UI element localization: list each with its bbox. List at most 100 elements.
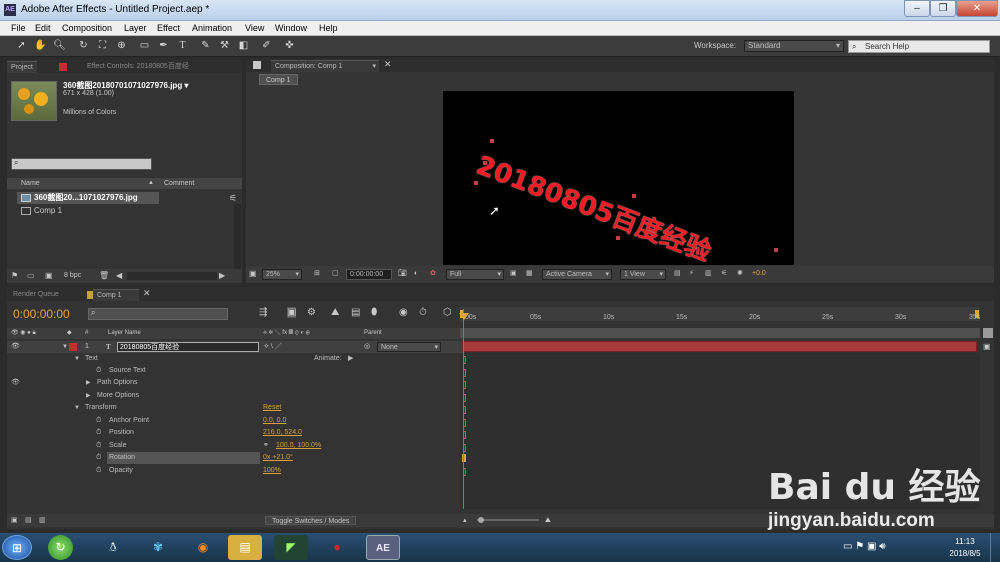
scroll-left-icon[interactable]: ◀	[116, 269, 122, 283]
snapshot-icon[interactable]: 📷︎	[398, 266, 407, 282]
zoom-dropdown[interactable]: 25% ▾	[262, 269, 302, 280]
reset-link[interactable]: Reset	[263, 402, 281, 414]
show-desktop-button[interactable]	[990, 533, 1000, 562]
property-row-anchor-point[interactable]: ⏱ Anchor Point 0.0, 0.0	[7, 415, 465, 427]
record-icon[interactable]: ●	[320, 535, 354, 560]
app-icon[interactable]: ◤	[274, 535, 308, 560]
search-help-field[interactable]: ⌕ Search Help	[848, 40, 990, 53]
clock-date[interactable]: 2018/8/5	[940, 549, 990, 558]
layer-search-input[interactable]: ⌕	[88, 308, 228, 320]
draft-3d-icon[interactable]: ▣	[287, 307, 297, 318]
text-layer-preview[interactable]: 20180805百度经验	[472, 145, 717, 265]
motion-blur-icon[interactable]: ▤	[351, 307, 360, 318]
tab-effect-controls[interactable]: Effect Controls: 20180805百度经	[83, 61, 233, 73]
time-navigator[interactable]	[460, 328, 980, 338]
qq-icon[interactable]: 🐧︎	[96, 535, 130, 560]
expand-arrow-icon[interactable]: ▼	[74, 402, 80, 414]
time-ruler[interactable]: 00s 05s 10s 15s 20s 25s 30s 35s	[460, 312, 980, 328]
property-row-scale[interactable]: ⏱ Scale ⚭ 100.0, 100.0%	[7, 440, 465, 452]
toggle-switches-modes[interactable]: Toggle Switches / Modes	[265, 516, 357, 525]
puppet-tool-icon[interactable]: ✜	[283, 39, 296, 52]
brainstorm-icon[interactable]: ⬮	[371, 307, 377, 318]
menu-help[interactable]: Help	[319, 23, 338, 33]
type-tool-icon[interactable]: T	[176, 39, 189, 52]
tab-composition[interactable]: Composition: Comp 1 ▾	[271, 60, 379, 72]
property-row-path-options[interactable]: 👁︎ ▶ Path Options	[7, 377, 465, 389]
property-row-transform[interactable]: ▼ Transform Reset	[7, 402, 465, 414]
path-handle[interactable]	[490, 139, 494, 143]
menu-file[interactable]: File	[11, 23, 26, 33]
bpc-label[interactable]: 8 bpc	[64, 269, 81, 283]
stopwatch-icon[interactable]: ⏱	[96, 465, 101, 477]
property-row-source-text[interactable]: ⏱ Source Text	[7, 365, 465, 377]
close-button[interactable]: ✕	[956, 0, 998, 17]
close-tab-icon[interactable]: ✕	[143, 288, 151, 299]
layer-row[interactable]: 👁︎ ▼ 1 T 20180805百度经验 ⟡ ⧵ ╱ ◎ None ▾	[7, 341, 465, 353]
expand-layer-switches-icon[interactable]: ▣	[11, 514, 18, 527]
current-timecode[interactable]: 0:00:00:00	[13, 307, 70, 321]
path-handle[interactable]	[774, 248, 778, 252]
animate-label[interactable]: Animate:	[314, 353, 342, 365]
always-preview-icon[interactable]: ▣	[249, 266, 257, 282]
property-value[interactable]: 0.0, 0.0	[263, 415, 286, 427]
property-row-opacity[interactable]: ⏱ Opacity 100%	[7, 465, 465, 477]
stopwatch-icon[interactable]: ⏱	[96, 365, 101, 377]
menu-window[interactable]: Window	[275, 23, 307, 33]
comp-mini-flowchart-icon[interactable]: ⇶	[259, 307, 267, 318]
eraser-tool-icon[interactable]: ◧	[237, 39, 250, 52]
media-player-icon[interactable]: ✾	[141, 535, 175, 560]
browser-360-icon[interactable]: ↻	[48, 535, 73, 560]
col-parent[interactable]: Parent	[364, 328, 382, 339]
zoom-tool-icon[interactable]: 🔍︎	[53, 39, 66, 52]
property-row-text[interactable]: ▼ Text Animate: ▶	[7, 353, 465, 365]
new-folder-icon[interactable]: ▭	[27, 269, 35, 283]
workspace-dropdown[interactable]: Standard ▾	[744, 40, 844, 52]
col-comment[interactable]: Comment	[164, 178, 194, 189]
fast-previews-icon[interactable]: ⚡︎	[689, 266, 694, 282]
zoom-out-icon[interactable]: ▴	[463, 514, 467, 527]
trash-icon[interactable]: 🗑︎	[99, 269, 109, 283]
flowchart-icon[interactable]: ⚟	[229, 193, 239, 203]
selection-tool-icon[interactable]: ➚	[15, 39, 28, 52]
viewer-timecode[interactable]: 0:00:00:00	[346, 269, 392, 280]
stopwatch-icon[interactable]: ⏱	[96, 452, 101, 464]
camera-tool-icon[interactable]: ⛶	[96, 39, 109, 52]
toggle-pixel-aspect-icon[interactable]: ▤	[674, 266, 681, 282]
menu-layer[interactable]: Layer	[124, 23, 147, 33]
expand-arrow-icon[interactable]: ▼	[62, 341, 68, 353]
stopwatch-icon[interactable]: ⏱	[96, 415, 101, 427]
composition-viewer[interactable]: 20180805百度经验 ➚	[443, 91, 794, 265]
property-row-more-options[interactable]: ▶ More Options	[7, 390, 465, 402]
playhead-icon[interactable]	[459, 313, 469, 320]
live-update-icon[interactable]: ◉	[399, 307, 408, 318]
menu-composition[interactable]: Composition	[62, 23, 112, 33]
hand-tool-icon[interactable]: ✋	[34, 39, 47, 52]
maximize-button[interactable]: ❐	[930, 0, 956, 17]
start-button[interactable]: ⊞	[2, 535, 32, 560]
layer-name-field[interactable]: 20180805百度经验	[117, 342, 259, 352]
tab-project[interactable]: Project	[7, 61, 37, 73]
menu-effect[interactable]: Effect	[157, 23, 180, 33]
file-explorer-icon[interactable]: ▤	[228, 535, 262, 560]
zoom-in-icon[interactable]: ⛰	[545, 514, 551, 527]
layer-lock-icon[interactable]: ▣	[983, 342, 991, 351]
graph-editor-icon[interactable]: ⏱	[419, 307, 427, 318]
property-row-position[interactable]: ⏱ Position 216.0, 524.0	[7, 427, 465, 439]
timeline-icon[interactable]: ▥	[705, 266, 712, 282]
transparency-grid-icon[interactable]: ▦	[526, 266, 533, 282]
visibility-eye-icon[interactable]: 👁︎	[11, 377, 20, 389]
exposure-value[interactable]: +0.0	[752, 266, 766, 282]
animate-menu-icon[interactable]: ▶	[348, 353, 353, 365]
tab-render-queue[interactable]: Render Queue	[9, 289, 63, 301]
auto-keyframe-icon[interactable]: ⬡	[443, 307, 452, 318]
expand-arrow-icon[interactable]: ▼	[74, 353, 80, 365]
clock-time[interactable]: 11:13	[945, 537, 985, 546]
after-effects-taskbar-icon[interactable]: AE	[366, 535, 400, 560]
path-handle[interactable]	[474, 181, 478, 185]
expand-transfer-controls-icon[interactable]: ▤	[25, 514, 32, 527]
show-snapshot-icon[interactable]: ◐	[414, 266, 418, 282]
roto-brush-tool-icon[interactable]: ✐	[260, 39, 273, 52]
current-time-indicator[interactable]	[463, 309, 464, 509]
menu-view[interactable]: View	[245, 23, 264, 33]
constrain-proportions-icon[interactable]: ⚭	[263, 440, 269, 452]
